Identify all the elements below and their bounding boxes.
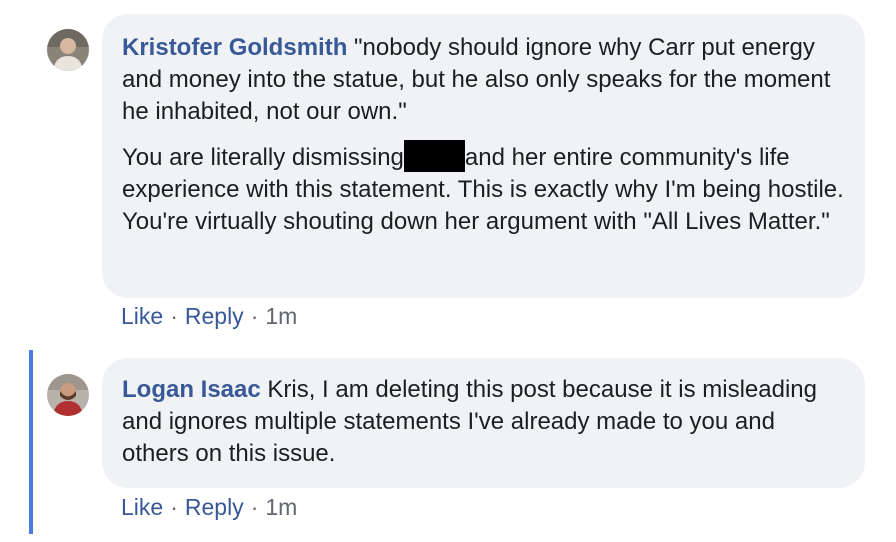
kristofer-avatar[interactable] (47, 29, 89, 71)
comment-body-paragraph: You are literally dismissing and her enti… (122, 140, 845, 238)
user-avatar-icon (47, 29, 89, 71)
comment-text-before-redaction: You are literally dismissing (122, 144, 404, 171)
reply-link[interactable]: Reply (185, 303, 244, 329)
logan-avatar[interactable] (47, 374, 89, 416)
separator: · (170, 303, 178, 329)
separator: · (250, 494, 259, 520)
comment-bubble: Logan Isaac Kris, I am deleting this pos… (102, 358, 865, 488)
like-link[interactable]: Like (121, 303, 163, 329)
comment-actions: Like · Reply · 1m (121, 492, 297, 522)
separator: · (250, 303, 259, 329)
comment-actions: Like · Reply · 1m (121, 301, 297, 331)
comment-bubble: Kristofer Goldsmith "nobody should ignor… (102, 14, 865, 298)
like-link[interactable]: Like (121, 494, 163, 520)
comment-author-link[interactable]: Kristofer Goldsmith (122, 34, 347, 61)
comment-body: Kristofer Goldsmith "nobody should ignor… (122, 32, 845, 128)
comment-thread: Kristofer Goldsmith "nobody should ignor… (0, 0, 896, 542)
separator: · (170, 494, 178, 520)
reply-thread-line (29, 350, 33, 534)
comment-body: Logan Isaac Kris, I am deleting this pos… (122, 374, 845, 470)
user-avatar-icon (47, 374, 89, 416)
comment-author-link[interactable]: Logan Isaac (122, 376, 261, 403)
reply-link[interactable]: Reply (185, 494, 244, 520)
comment-timestamp[interactable]: 1m (265, 494, 297, 520)
redaction-block (403, 140, 465, 172)
comment-timestamp[interactable]: 1m (265, 303, 297, 329)
